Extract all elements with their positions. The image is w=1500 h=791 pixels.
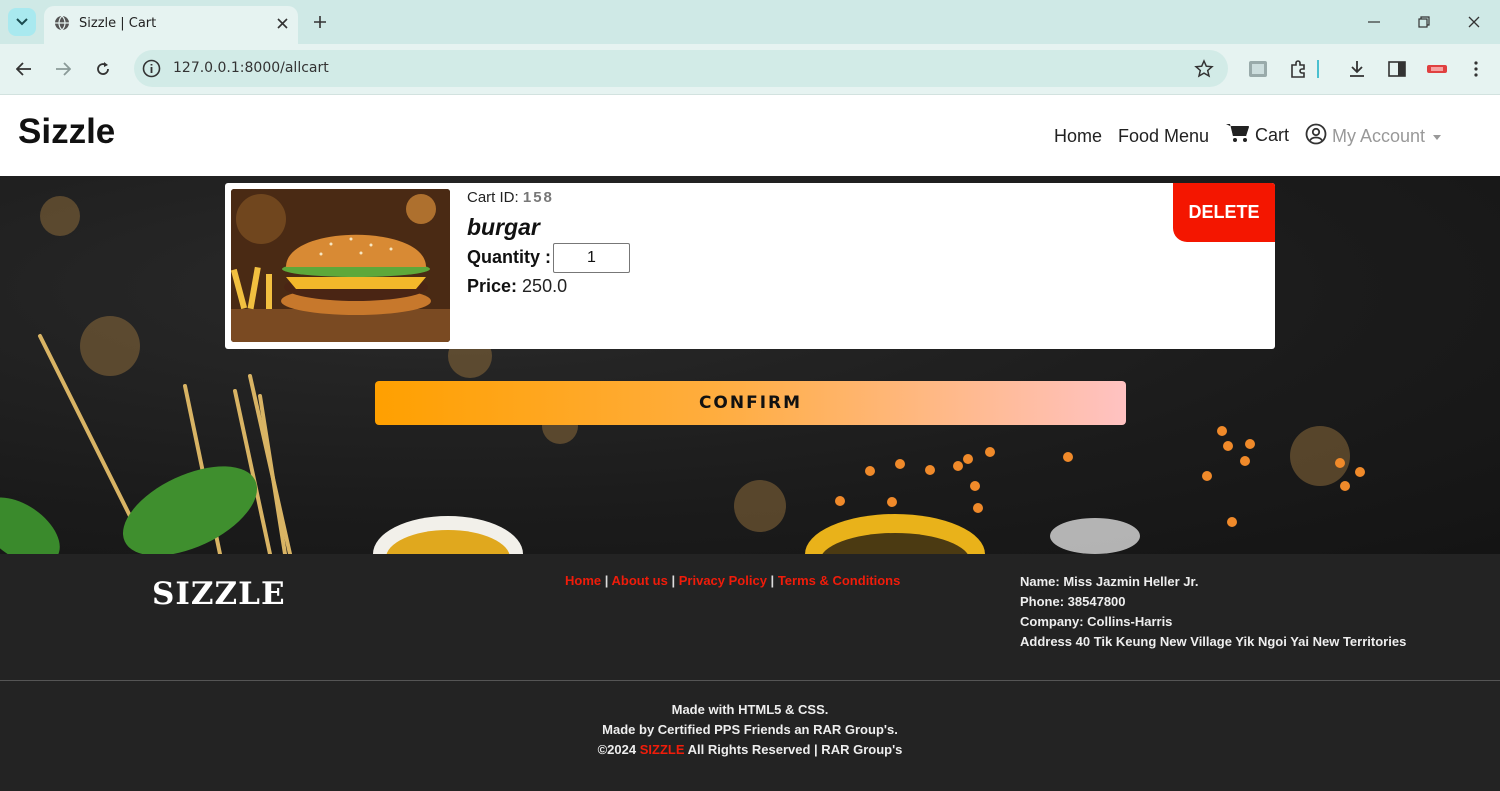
browser-toolbar: 127.0.0.1:8000/allcart [0, 44, 1500, 95]
footer-logo: SIZZLE [152, 576, 286, 612]
footer-separator: | [770, 573, 775, 588]
new-tab-button[interactable] [310, 12, 330, 32]
price: Price: 250.0 [467, 276, 567, 297]
tab-search-button[interactable] [8, 8, 36, 36]
footer-link-privacy[interactable]: Privacy Policy [679, 573, 767, 588]
site-footer: SIZZLE Home | About us | Privacy Policy … [0, 554, 1500, 791]
nav-cart-label: Cart [1255, 125, 1290, 145]
back-button[interactable] [13, 58, 35, 80]
browser-menu-button[interactable] [1465, 59, 1487, 79]
extension-image-button[interactable] [1247, 59, 1269, 79]
globe-icon [55, 15, 69, 31]
restore-icon [1418, 16, 1430, 28]
user-circle-icon [1305, 123, 1327, 145]
made-by-prefix: Made by Certified [602, 722, 715, 737]
price-label: Price: [467, 276, 518, 296]
minimize-icon [1368, 21, 1380, 23]
footer-credits: Made with HTML5 & CSS. Made by Certified… [0, 700, 1500, 760]
made-with-text: Made with HTML5 & CSS. [671, 702, 829, 717]
more-vert-icon [1474, 61, 1478, 77]
arrow-right-icon [56, 62, 71, 76]
minimize-button[interactable] [1363, 12, 1385, 32]
contact-phone: Phone: 38547800 [1020, 594, 1126, 609]
copyright-brand[interactable]: SIZZLE [640, 742, 685, 757]
contact-address: Address 40 Tik Keung New Village Yik Ngo… [1020, 634, 1407, 649]
footer-divider [0, 680, 1500, 681]
nav-home[interactable]: Home [1054, 126, 1102, 147]
tab-title: Sizzle | Cart [79, 16, 157, 31]
cart-id-value: 158 [522, 189, 554, 206]
tab-close-button[interactable] [273, 14, 291, 32]
made-by-group: PPS Friends [714, 722, 791, 737]
quantity-input[interactable] [553, 243, 630, 273]
site-info-icon[interactable] [142, 59, 161, 78]
contact-name: Name: Miss Jazmin Heller Jr. [1020, 574, 1199, 589]
extensions-button[interactable] [1287, 59, 1309, 79]
quantity-label: Quantity : [467, 247, 551, 267]
contact-company: Company: Collins-Harris [1020, 614, 1173, 629]
price-value: 250.0 [522, 276, 568, 296]
cart-item-card: Cart ID: 158 burgar Quantity : Price: 25… [225, 183, 1275, 349]
close-icon [1468, 16, 1480, 28]
copyright-prefix: ©2024 [597, 742, 640, 757]
nav-my-account[interactable]: My Account [1305, 123, 1442, 147]
forward-button[interactable] [52, 58, 74, 80]
arrow-left-icon [16, 62, 31, 76]
nav-cart[interactable]: Cart [1226, 123, 1289, 146]
site-navbar: Sizzle Home Food Menu Cart My Account [0, 96, 1500, 176]
footer-contact: Name: Miss Jazmin Heller Jr. Phone: 3854… [1020, 572, 1406, 652]
reload-button[interactable] [92, 58, 114, 80]
cart-id-label: Cart ID: [467, 189, 519, 206]
made-by-text: Made by Certified PPS Friends an RAR Gro… [0, 720, 1500, 740]
burger-image [231, 189, 450, 342]
footer-link-about[interactable]: About us [612, 573, 668, 588]
side-panel-button[interactable] [1386, 59, 1408, 79]
dropdown-caret-icon [1433, 134, 1442, 140]
browser-tab[interactable]: Sizzle | Cart [44, 6, 298, 44]
profile-button[interactable] [1426, 59, 1448, 79]
footer-separator: | [604, 573, 609, 588]
cart-icon [1226, 124, 1249, 142]
confirm-button[interactable]: CONFIRM [375, 381, 1126, 425]
nav-my-account-label: My Account [1332, 126, 1426, 146]
image-extension-icon [1249, 61, 1267, 77]
url-text[interactable]: 127.0.0.1:8000/allcart [173, 60, 329, 76]
address-bar[interactable]: 127.0.0.1:8000/allcart [134, 50, 1228, 87]
item-name: burgar [467, 214, 540, 240]
puzzle-icon [1291, 60, 1305, 78]
delete-button[interactable]: DELETE [1173, 183, 1275, 242]
brand-logo[interactable]: Sizzle [18, 112, 115, 152]
footer-separator: | [671, 573, 676, 588]
toolbar-divider [1316, 59, 1320, 79]
chevron-down-icon [16, 18, 28, 26]
cart-id: Cart ID: 158 [467, 189, 554, 206]
reload-icon [97, 62, 109, 75]
copyright-text: ©2024 SIZZLE All Rights Reserved | RAR G… [0, 740, 1500, 760]
footer-link-home[interactable]: Home [565, 573, 601, 588]
copyright-suffix: All Rights Reserved | RAR Group's [684, 742, 903, 757]
bookmark-star-icon[interactable] [1194, 59, 1214, 79]
footer-links: Home | About us | Privacy Policy | Terms… [565, 573, 900, 588]
side-panel-icon [1388, 61, 1406, 77]
burger-icon [231, 189, 450, 342]
plus-icon [314, 16, 326, 28]
close-window-button[interactable] [1463, 12, 1485, 32]
made-by-suffix: an RAR Group's. [790, 722, 898, 737]
close-icon [276, 17, 288, 29]
browser-tab-bar: Sizzle | Cart [0, 0, 1500, 44]
footer-link-terms[interactable]: Terms & Conditions [778, 573, 901, 588]
download-icon [1350, 61, 1364, 77]
profile-badge-icon [1427, 65, 1447, 73]
nav-food-menu[interactable]: Food Menu [1118, 126, 1209, 147]
restore-button[interactable] [1413, 12, 1435, 32]
downloads-button[interactable] [1346, 59, 1368, 79]
